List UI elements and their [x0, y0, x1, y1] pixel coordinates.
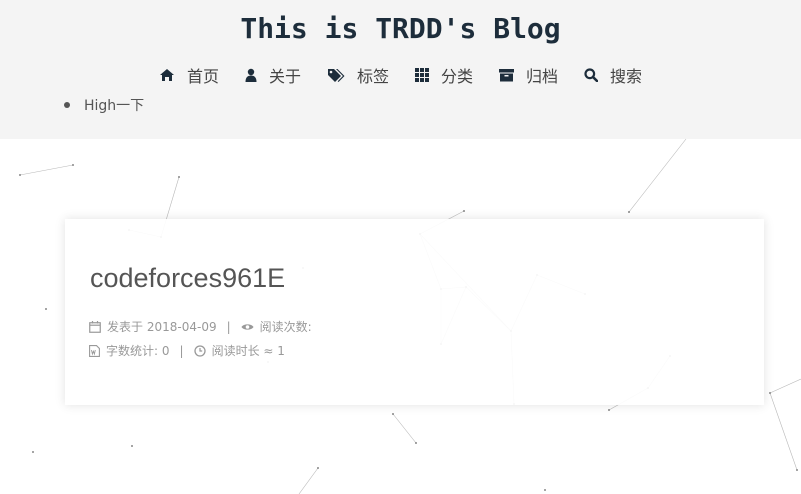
post-meta-line-2: 字数统计: 0 | 阅读时长 ≈ 1 — [89, 342, 285, 359]
menu-item-about[interactable]: 关于 — [245, 63, 301, 87]
clock-icon — [193, 344, 206, 357]
home-icon — [159, 69, 174, 81]
sub-menu-item-high[interactable]: High一下 — [64, 95, 144, 115]
sub-menu-label: High一下 — [84, 98, 145, 114]
wordcount-label: 字数统计: — [106, 344, 159, 358]
bullet-icon — [64, 102, 70, 108]
menu-item-label: 搜索 — [610, 67, 643, 86]
readtime-value: 1 — [277, 343, 285, 358]
post-meta-line-1: 发表于 2018-04-09 | 阅读次数: — [89, 318, 312, 335]
word-file-icon — [89, 344, 100, 357]
meta-divider: | — [226, 319, 231, 334]
site-title[interactable]: This is TRDD's Blog — [0, 12, 801, 45]
menu-item-label: 首页 — [186, 67, 219, 86]
grid-icon — [415, 68, 429, 82]
calendar-icon — [89, 320, 101, 333]
wordcount-value: 0 — [161, 343, 170, 358]
tags-icon — [327, 69, 345, 82]
post-card: codeforces961E 发表于 2018-04-09 | 阅读次数: 字数… — [65, 219, 764, 405]
menu-item-label: 关于 — [268, 67, 301, 86]
menu-item-home[interactable]: 首页 — [159, 63, 219, 87]
search-icon — [584, 68, 599, 82]
menu-item-archives[interactable]: 归档 — [499, 63, 558, 87]
menu-item-label: 分类 — [441, 67, 474, 86]
user-icon — [245, 68, 257, 82]
menu-item-tags[interactable]: 标签 — [327, 63, 389, 87]
posted-label: 发表于 — [107, 320, 144, 334]
meta-divider: | — [179, 343, 184, 358]
menu-item-search[interactable]: 搜索 — [584, 63, 642, 87]
posted-date: 2018-04-09 — [146, 319, 217, 334]
readtime-label: 阅读时长 ≈ — [211, 344, 274, 358]
menu-item-label: 归档 — [526, 67, 559, 86]
archive-icon — [499, 69, 515, 82]
menu-item-label: 标签 — [356, 67, 389, 86]
views-label: 阅读次数: — [259, 320, 312, 334]
site-header: This is TRDD's Blog 首页 关于 标签 分类 归档 搜索 Hi… — [0, 0, 801, 139]
menu-item-categories[interactable]: 分类 — [415, 63, 473, 87]
main-menu: 首页 关于 标签 分类 归档 搜索 — [0, 63, 801, 87]
post-title[interactable]: codeforces961E — [90, 263, 285, 294]
eye-icon — [241, 323, 254, 330]
